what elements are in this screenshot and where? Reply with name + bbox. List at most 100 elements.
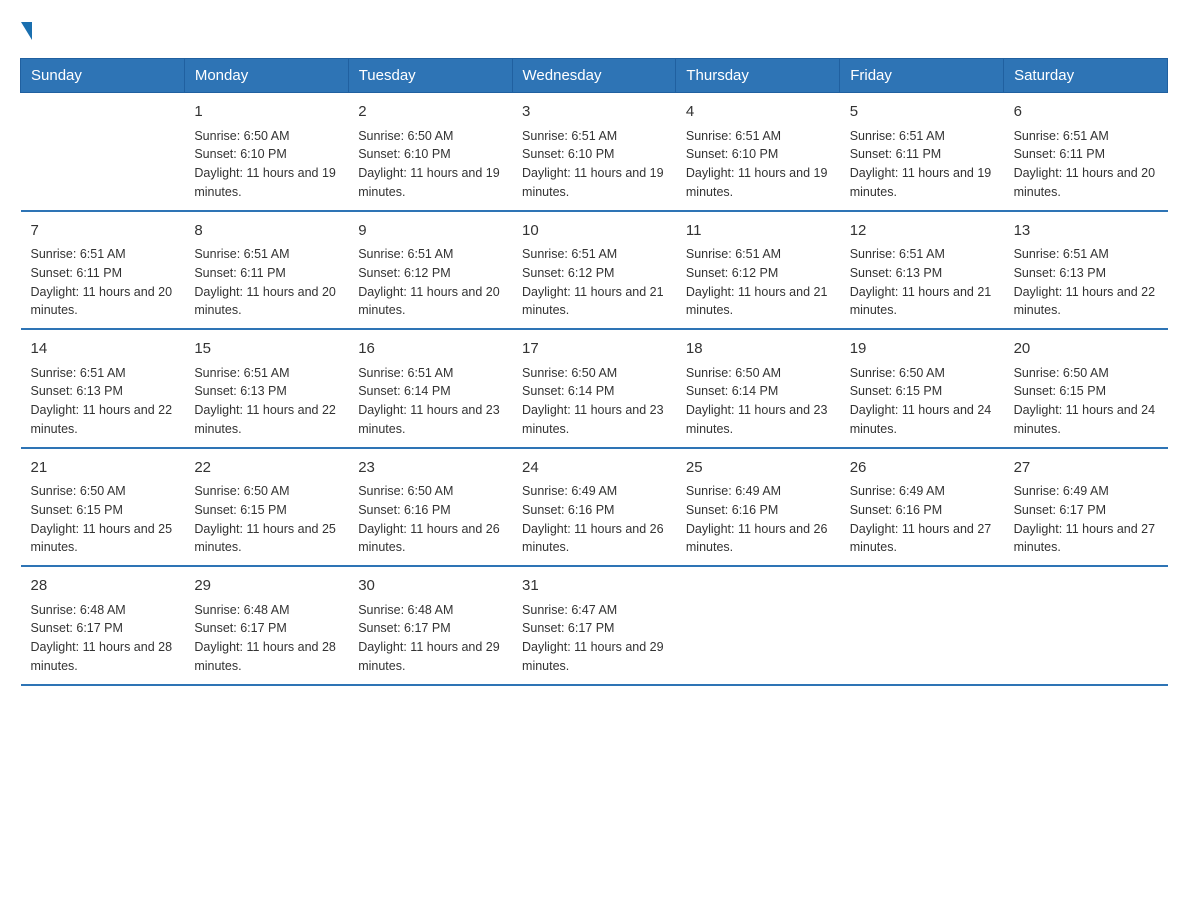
calendar-header-row: SundayMondayTuesdayWednesdayThursdayFrid… [21,59,1168,93]
calendar-cell: 12Sunrise: 6:51 AMSunset: 6:13 PMDayligh… [840,211,1004,330]
cell-info: Sunrise: 6:51 AMSunset: 6:13 PMDaylight:… [850,245,994,320]
day-number: 9 [358,220,502,243]
day-of-week-header: Tuesday [348,59,512,93]
calendar-week-row: 28 Sunrise: 6:48 AMSunset: 6:17 PMDayligh… [21,566,1168,685]
calendar-cell: 4Sunrise: 6:51 AMSunset: 6:10 PMDaylight… [676,93,840,211]
day-number: 13 [1014,220,1158,243]
day-number: 28 [31,575,175,598]
calendar-cell [840,566,1004,685]
day-of-week-header: Saturday [1004,59,1168,93]
calendar-cell: 26Sunrise: 6:49 AMSunset: 6:16 PMDayligh… [840,448,1004,567]
day-number: 17 [522,338,666,361]
calendar-cell: 9Sunrise: 6:51 AMSunset: 6:12 PMDaylight… [348,211,512,330]
cell-info: Sunrise: 6:51 AMSunset: 6:13 PMDaylight:… [31,364,175,439]
day-number: 20 [1014,338,1158,361]
day-number: 14 [31,338,175,361]
day-number: 15 [194,338,338,361]
cell-info: Sunrise: 6:50 AMSunset: 6:15 PMDaylight:… [850,364,994,439]
calendar-cell: 31 Sunrise: 6:47 AMSunset: 6:17 PMDayligh… [512,566,676,685]
day-number: 12 [850,220,994,243]
calendar-cell: 25Sunrise: 6:49 AMSunset: 6:16 PMDayligh… [676,448,840,567]
day-number: 8 [194,220,338,243]
calendar-cell: 10Sunrise: 6:51 AMSunset: 6:12 PMDayligh… [512,211,676,330]
calendar-week-row: 21Sunrise: 6:50 AMSunset: 6:15 PMDayligh… [21,448,1168,567]
day-number: 18 [686,338,830,361]
day-number: 10 [522,220,666,243]
calendar-cell: 5Sunrise: 6:51 AMSunset: 6:11 PMDaylight… [840,93,1004,211]
calendar-cell: 23Sunrise: 6:50 AMSunset: 6:16 PMDayligh… [348,448,512,567]
day-number: 30 [358,575,502,598]
calendar-cell: 30 Sunrise: 6:48 AMSunset: 6:17 PMDayligh… [348,566,512,685]
cell-info: Sunrise: 6:50 AMSunset: 6:15 PMDaylight:… [31,482,175,557]
day-number: 1 [194,101,338,124]
cell-info: Sunrise: 6:51 AMSunset: 6:14 PMDaylight:… [358,364,502,439]
cell-info: Sunrise: 6:51 AMSunset: 6:11 PMDaylight:… [850,127,994,202]
calendar-cell: 11Sunrise: 6:51 AMSunset: 6:12 PMDayligh… [676,211,840,330]
cell-info: Sunrise: 6:49 AMSunset: 6:16 PMDaylight:… [522,482,666,557]
cell-info: Sunrise: 6:50 AMSunset: 6:16 PMDaylight:… [358,482,502,557]
cell-info: Sunrise: 6:49 AMSunset: 6:16 PMDaylight:… [686,482,830,557]
day-of-week-header: Thursday [676,59,840,93]
cell-info: Sunrise: 6:51 AMSunset: 6:12 PMDaylight:… [358,245,502,320]
calendar-cell [1004,566,1168,685]
cell-info: Sunrise: 6:51 AMSunset: 6:10 PMDaylight:… [522,127,666,202]
cell-info: Sunrise: 6:50 AMSunset: 6:14 PMDaylight:… [522,364,666,439]
calendar-cell: 29 Sunrise: 6:48 AMSunset: 6:17 PMDayligh… [184,566,348,685]
cell-info: Sunrise: 6:48 AMSunset: 6:17 PMDaylight:… [194,601,338,676]
calendar-table: SundayMondayTuesdayWednesdayThursdayFrid… [20,58,1168,686]
day-of-week-header: Wednesday [512,59,676,93]
cell-info: Sunrise: 6:50 AMSunset: 6:15 PMDaylight:… [194,482,338,557]
calendar-cell: 3 Sunrise: 6:51 AMSunset: 6:10 PMDaylight… [512,93,676,211]
calendar-cell: 7Sunrise: 6:51 AMSunset: 6:11 PMDaylight… [21,211,185,330]
day-number: 29 [194,575,338,598]
logo-arrow-icon [21,22,32,40]
cell-info: Sunrise: 6:50 AMSunset: 6:15 PMDaylight:… [1014,364,1158,439]
calendar-cell: 16 Sunrise: 6:51 AMSunset: 6:14 PMDayligh… [348,329,512,448]
day-number: 27 [1014,457,1158,480]
cell-info: Sunrise: 6:51 AMSunset: 6:12 PMDaylight:… [522,245,666,320]
cell-info: Sunrise: 6:47 AMSunset: 6:17 PMDaylight:… [522,601,666,676]
day-number: 31 [522,575,666,598]
day-number: 2 [358,101,502,124]
calendar-cell: 13Sunrise: 6:51 AMSunset: 6:13 PMDayligh… [1004,211,1168,330]
calendar-cell: 2 Sunrise: 6:50 AMSunset: 6:10 PMDaylight… [348,93,512,211]
day-number: 25 [686,457,830,480]
day-number: 11 [686,220,830,243]
cell-info: Sunrise: 6:51 AMSunset: 6:11 PMDaylight:… [31,245,175,320]
calendar-cell: 21Sunrise: 6:50 AMSunset: 6:15 PMDayligh… [21,448,185,567]
cell-info: Sunrise: 6:51 AMSunset: 6:12 PMDaylight:… [686,245,830,320]
day-number: 26 [850,457,994,480]
calendar-cell: 1Sunrise: 6:50 AMSunset: 6:10 PMDaylight… [184,93,348,211]
calendar-cell [21,93,185,211]
calendar-cell: 22Sunrise: 6:50 AMSunset: 6:15 PMDayligh… [184,448,348,567]
calendar-cell: 15 Sunrise: 6:51 AMSunset: 6:13 PMDayligh… [184,329,348,448]
calendar-week-row: 7Sunrise: 6:51 AMSunset: 6:11 PMDaylight… [21,211,1168,330]
cell-info: Sunrise: 6:50 AMSunset: 6:10 PMDaylight:… [358,127,502,202]
cell-info: Sunrise: 6:48 AMSunset: 6:17 PMDaylight:… [358,601,502,676]
calendar-cell: 14 Sunrise: 6:51 AMSunset: 6:13 PMDayligh… [21,329,185,448]
calendar-cell: 27Sunrise: 6:49 AMSunset: 6:17 PMDayligh… [1004,448,1168,567]
cell-info: Sunrise: 6:51 AMSunset: 6:13 PMDaylight:… [1014,245,1158,320]
day-of-week-header: Monday [184,59,348,93]
calendar-cell: 28 Sunrise: 6:48 AMSunset: 6:17 PMDayligh… [21,566,185,685]
day-number: 24 [522,457,666,480]
day-number: 16 [358,338,502,361]
day-number: 6 [1014,101,1158,124]
day-of-week-header: Friday [840,59,1004,93]
day-number: 3 [522,101,666,124]
calendar-cell [676,566,840,685]
day-number: 19 [850,338,994,361]
cell-info: Sunrise: 6:49 AMSunset: 6:16 PMDaylight:… [850,482,994,557]
day-of-week-header: Sunday [21,59,185,93]
calendar-week-row: 14 Sunrise: 6:51 AMSunset: 6:13 PMDayligh… [21,329,1168,448]
cell-info: Sunrise: 6:51 AMSunset: 6:13 PMDaylight:… [194,364,338,439]
calendar-week-row: 1 Sunrise: 6:50 AMSunset: 6:10 PMDaylight… [21,93,1168,211]
calendar-cell: 17 Sunrise: 6:50 AMSunset: 6:14 PMDayligh… [512,329,676,448]
cell-info: Sunrise: 6:51 AMSunset: 6:11 PMDaylight:… [1014,127,1158,202]
cell-info: Sunrise: 6:49 AMSunset: 6:17 PMDaylight:… [1014,482,1158,557]
calendar-cell: 20 Sunrise: 6:50 AMSunset: 6:15 PMDayligh… [1004,329,1168,448]
cell-info: Sunrise: 6:50 AMSunset: 6:14 PMDaylight:… [686,364,830,439]
cell-info: Sunrise: 6:48 AMSunset: 6:17 PMDaylight:… [31,601,175,676]
page-header [20,20,1168,38]
calendar-cell: 24Sunrise: 6:49 AMSunset: 6:16 PMDayligh… [512,448,676,567]
